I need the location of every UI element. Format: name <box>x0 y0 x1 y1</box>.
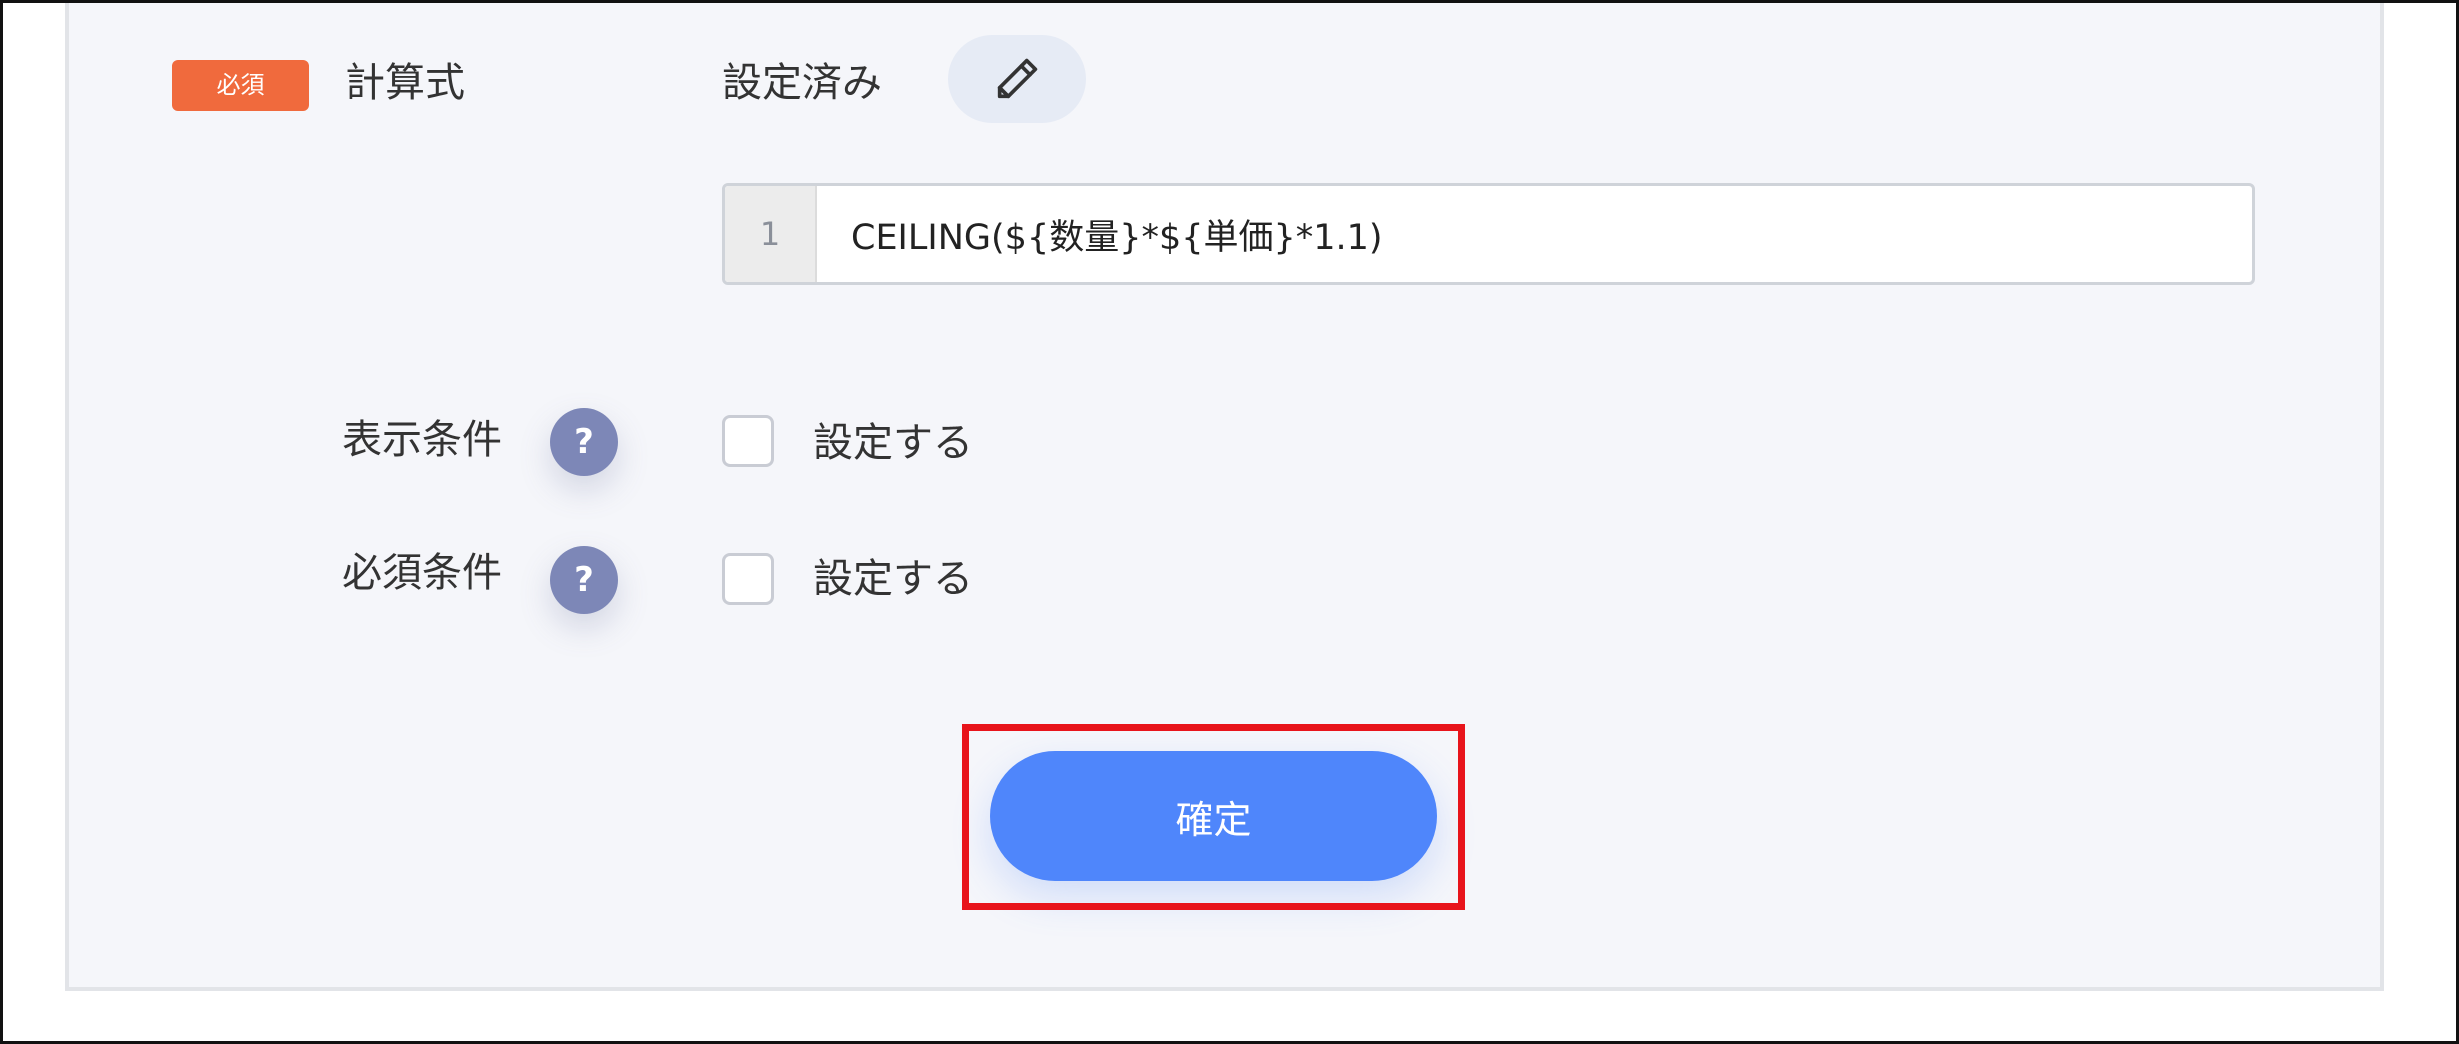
line-number: 1 <box>725 186 817 282</box>
required-condition-help-icon[interactable]: ? <box>550 546 618 614</box>
required-badge: 必須 <box>172 60 309 111</box>
display-condition-checkbox-label[interactable]: 設定する <box>813 418 973 468</box>
formula-status: 設定済み <box>722 60 882 106</box>
required-condition-label: 必須条件 <box>342 550 502 596</box>
highlight-box <box>962 724 1465 910</box>
pencil-icon <box>997 58 1038 99</box>
formula-editor[interactable]: 1 CEILING(${数量}*${単価}*1.1) <box>722 183 2255 285</box>
required-condition-checkbox[interactable] <box>722 553 774 605</box>
required-condition-checkbox-label[interactable]: 設定する <box>813 554 973 604</box>
formula-label: 計算式 <box>345 60 465 106</box>
formula-code[interactable]: CEILING(${数量}*${単価}*1.1) <box>851 186 1383 282</box>
screenshot-frame: 必須 計算式 設定済み 1 CEILING(${数量}*${単価}*1.1) 表… <box>0 0 2459 1044</box>
display-condition-help-icon[interactable]: ? <box>550 408 618 476</box>
display-condition-checkbox[interactable] <box>722 415 774 467</box>
display-condition-label: 表示条件 <box>342 417 502 463</box>
edit-formula-button[interactable] <box>948 35 1086 123</box>
